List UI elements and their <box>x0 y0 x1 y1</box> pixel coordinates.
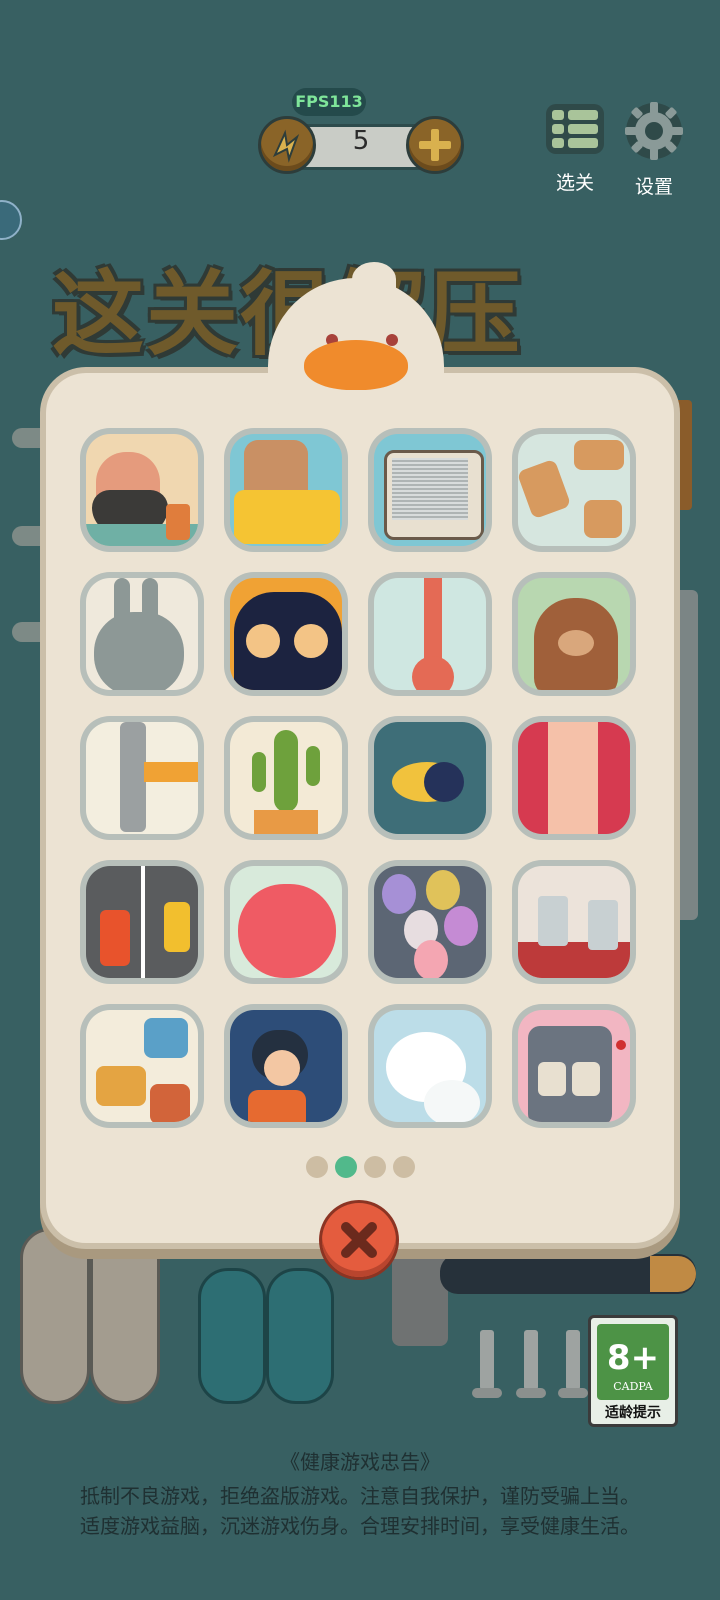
level-thumbnail <box>374 578 486 690</box>
energy-count: 5 <box>352 126 370 156</box>
page-dot-1[interactable] <box>306 1156 328 1178</box>
level-tile-fish[interactable] <box>368 716 492 840</box>
page-dot-4[interactable] <box>393 1156 415 1178</box>
level-tile-wood-screws[interactable] <box>512 428 636 552</box>
gear-icon <box>625 102 683 160</box>
level-tile-apple[interactable] <box>224 860 348 984</box>
level-tile-slot-machine[interactable] <box>512 1004 636 1128</box>
plus-icon <box>419 129 451 161</box>
level-tile-tv[interactable] <box>368 428 492 552</box>
level-tile-snowball[interactable] <box>368 1004 492 1128</box>
page-dot-3[interactable] <box>364 1156 386 1178</box>
add-energy-button[interactable] <box>406 116 464 174</box>
level-thumbnail <box>230 1010 342 1122</box>
level-thumbnail <box>518 578 630 690</box>
level-thumbnail <box>230 722 342 834</box>
level-tile-rabbit[interactable] <box>80 572 204 696</box>
level-tile-balloons[interactable] <box>368 860 492 984</box>
level-thumbnail <box>518 722 630 834</box>
level-thumbnail <box>86 434 198 546</box>
level-thumbnail <box>374 866 486 978</box>
level-tile-cups[interactable] <box>512 860 636 984</box>
close-icon <box>341 1222 377 1258</box>
level-thumbnail <box>374 1010 486 1122</box>
level-thumbnail <box>518 434 630 546</box>
health-notice-line-2: 适度游戏益脑，沉迷游戏伤身。合理安排时间，享受健康生活。 <box>80 1514 640 1538</box>
level-tile-puzzle[interactable] <box>80 1004 204 1128</box>
level-thumbnail <box>374 722 486 834</box>
level-tile-girl-umbrella[interactable] <box>224 1004 348 1128</box>
level-tile-black-cat[interactable] <box>224 572 348 696</box>
level-thumbnail <box>86 578 198 690</box>
level-thumbnail <box>230 578 342 690</box>
level-thumbnail <box>374 434 486 546</box>
health-notice-title: 《健康游戏忠告》 <box>280 1450 440 1474</box>
level-tile-thermometer[interactable] <box>368 572 492 696</box>
fps-counter: FPS113 <box>292 88 366 116</box>
page-dot-2[interactable] <box>335 1156 357 1178</box>
energy-bar: 5 <box>258 116 464 174</box>
level-thumbnail <box>518 1010 630 1122</box>
level-tile-hairy-leg[interactable] <box>512 716 636 840</box>
close-button[interactable] <box>322 1203 396 1277</box>
health-notice: 《健康游戏忠告》 抵制不良游戏，拒绝盗版游戏。注意自我保护，谨防受骗上当。 适度… <box>0 1446 720 1541</box>
level-select-label: 选关 <box>555 172 594 194</box>
level-tile-bear[interactable] <box>512 572 636 696</box>
level-thumbnail <box>230 866 342 978</box>
settings-button[interactable]: 设置 <box>616 98 692 199</box>
level-select-button[interactable]: 选关 <box>540 98 610 195</box>
lightning-icon <box>258 116 316 174</box>
health-notice-line-1: 抵制不良游戏，拒绝盗版游戏。注意自我保护，谨防受骗上当。 <box>80 1484 640 1508</box>
age-rating-label: 适龄提示 <box>605 1405 661 1421</box>
level-tile-cars[interactable] <box>80 860 204 984</box>
age-rating-org: CADPA <box>613 1380 653 1393</box>
level-tile-toaster[interactable] <box>224 428 348 552</box>
level-tile-beard-man[interactable] <box>80 428 204 552</box>
age-rating-badge: 8+ CADPA 适龄提示 <box>588 1315 678 1427</box>
level-thumbnail <box>518 866 630 978</box>
age-rating-value: 8+ <box>606 1338 660 1378</box>
floating-bubble[interactable] <box>0 200 22 240</box>
level-thumbnail <box>230 434 342 546</box>
level-tile-hammer[interactable] <box>80 716 204 840</box>
level-tile-cactus[interactable] <box>224 716 348 840</box>
level-thumbnail <box>86 866 198 978</box>
list-icon <box>546 104 604 154</box>
level-thumbnail <box>86 722 198 834</box>
level-thumbnail <box>86 1010 198 1122</box>
settings-label: 设置 <box>634 176 673 198</box>
